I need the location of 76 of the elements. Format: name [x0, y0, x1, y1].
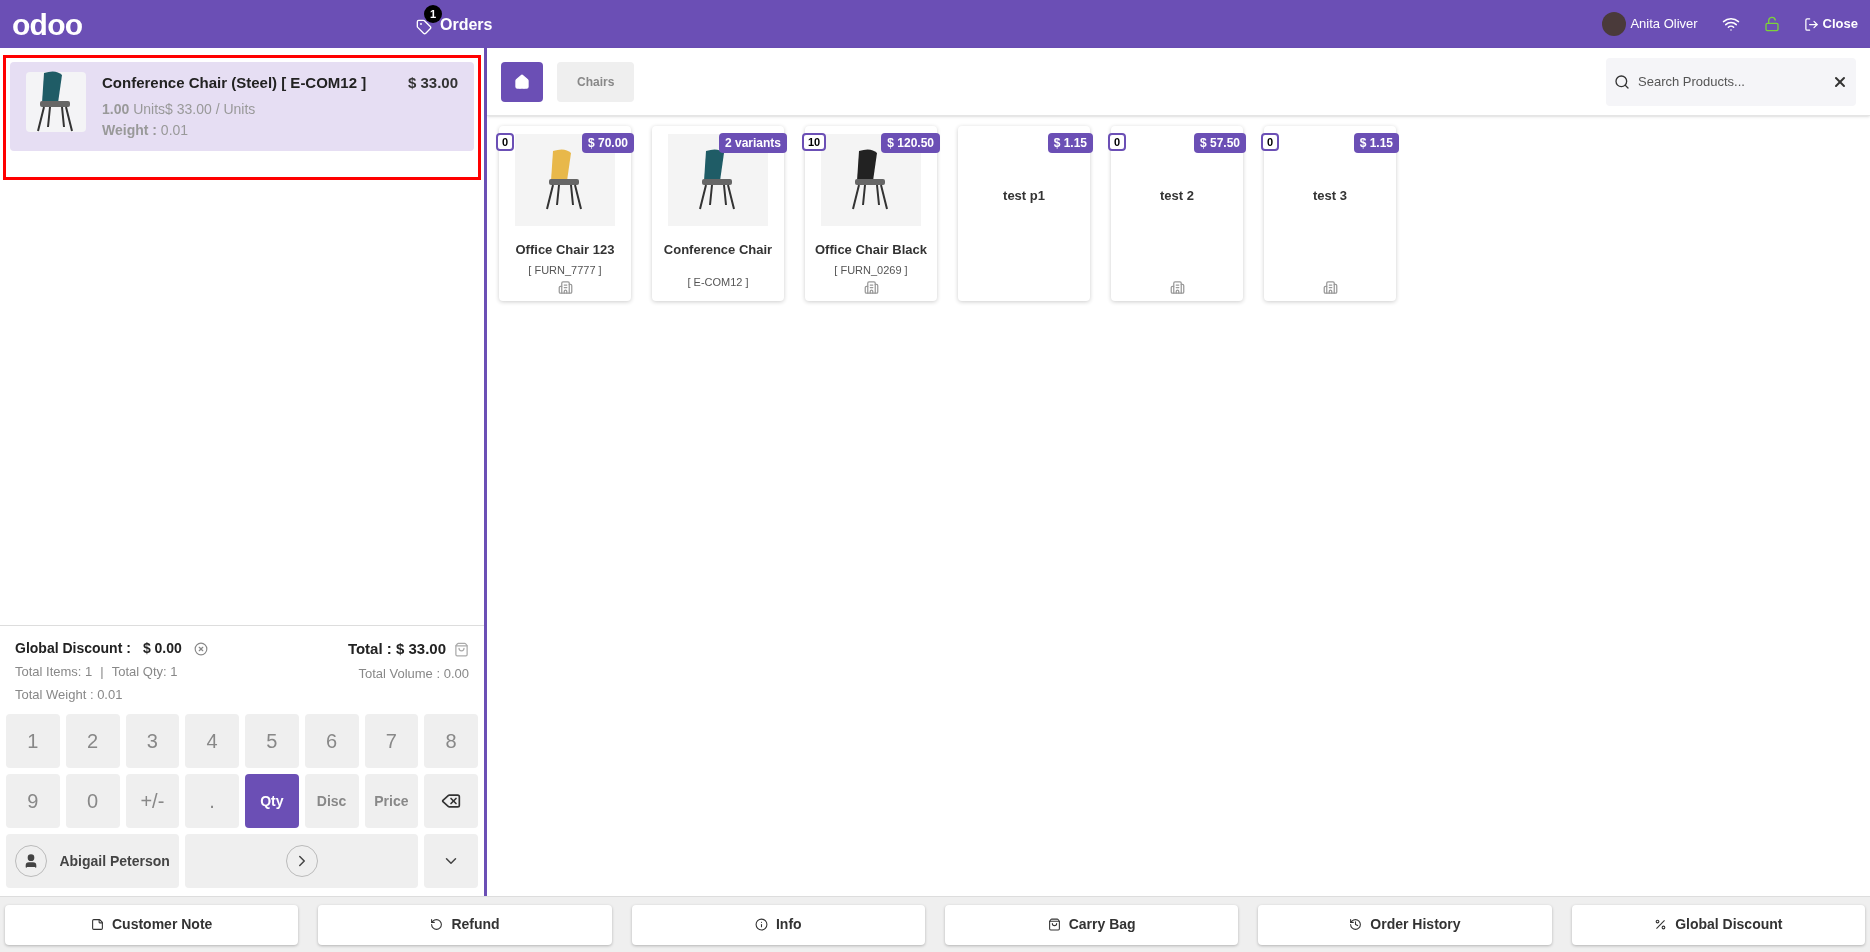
- remove-icon[interactable]: [193, 641, 208, 656]
- price-tag: 2 variants: [718, 133, 787, 153]
- numpad-key[interactable]: 3: [125, 714, 180, 768]
- price-tag: $ 57.50: [1193, 133, 1246, 153]
- note-icon: [91, 918, 104, 931]
- stock-badge: 0: [496, 133, 515, 151]
- product-card[interactable]: 0 $ 57.50 test 2: [1111, 126, 1243, 301]
- refund-icon: [430, 918, 444, 931]
- home-icon: [514, 73, 530, 90]
- action-button[interactable]: Refund: [318, 904, 612, 945]
- numpad-key[interactable]: .: [185, 774, 239, 828]
- price-tag: $ 120.50: [881, 133, 940, 153]
- product-reference: [ E-COM12 ]: [687, 274, 749, 290]
- line-quantity: 1.00 Units$ 33.00 / Units: [102, 99, 257, 119]
- close-button[interactable]: Close: [1803, 14, 1858, 34]
- action-button[interactable]: Order History: [1258, 904, 1552, 945]
- numpad-key[interactable]: 6: [304, 714, 359, 768]
- product-name: test 2: [1160, 187, 1194, 205]
- search-field[interactable]: Search Products...: [1606, 57, 1856, 106]
- building-icon[interactable]: [557, 280, 573, 295]
- action-button[interactable]: Info: [631, 904, 925, 945]
- product-name: test p1: [1003, 187, 1045, 205]
- line-weight: Weight : 0.01: [102, 120, 190, 140]
- total-qty: Total Qty: 1: [111, 663, 178, 681]
- product-name: Conference Chair: [663, 241, 773, 259]
- unlocked-icon[interactable]: [1763, 16, 1780, 32]
- backspace-icon: [441, 791, 462, 811]
- action-button[interactable]: Carry Bag: [945, 904, 1239, 945]
- product-name: test 3: [1313, 187, 1347, 205]
- separator: |: [100, 663, 104, 681]
- product-card[interactable]: 2 variants Conference Chair [ E-COM12 ]: [652, 126, 784, 301]
- logo: odoo: [12, 6, 84, 43]
- order-total: Total : $ 33.00: [347, 639, 446, 659]
- orders-badge: 1: [424, 5, 442, 23]
- orders-button[interactable]: 1 Orders: [412, 3, 497, 45]
- line-product-name: Conference Chair (Steel) [ E-COM12 ]: [102, 73, 368, 93]
- percent-icon: [1654, 918, 1668, 931]
- total-items: Total Items: 1: [15, 663, 93, 681]
- bag-icon: [1047, 918, 1061, 931]
- total-weight: Total Weight : 0.01: [15, 685, 124, 704]
- discount-label: Global Discount :: [15, 639, 131, 658]
- product-card[interactable]: 0 $ 70.00 Office Chair 123 [ FURN_7777 ]: [499, 126, 631, 301]
- product-card[interactable]: 10 $ 120.50 Office Chair Black [ FURN_0269 ]: [805, 126, 937, 301]
- line-price: $ 33.00: [407, 73, 458, 93]
- total-volume: Total Volume : 0.00: [358, 664, 469, 683]
- stock-badge: 0: [1108, 133, 1127, 151]
- customer-button[interactable]: Abigail Peterson: [6, 834, 180, 888]
- backspace-key[interactable]: [424, 774, 478, 828]
- exit-icon: [1803, 16, 1819, 32]
- price-tag: $ 1.15: [1353, 133, 1399, 153]
- building-icon[interactable]: [863, 280, 879, 295]
- home-button[interactable]: [501, 61, 543, 102]
- price-tag: $ 70.00: [581, 133, 634, 153]
- building-icon[interactable]: [1322, 280, 1338, 295]
- building-icon[interactable]: [1169, 280, 1185, 295]
- stock-badge: 0: [1261, 133, 1280, 151]
- action-button[interactable]: Global Discount: [1571, 904, 1865, 945]
- search-icon: [1614, 73, 1630, 90]
- mode-key[interactable]: Qty: [245, 774, 299, 828]
- action-button[interactable]: Customer Note: [5, 904, 299, 945]
- ticket-icon: [416, 19, 432, 35]
- product-reference: [ FURN_0269 ]: [834, 262, 908, 278]
- product-card[interactable]: 0 $ 1.15 test 3: [1264, 126, 1396, 301]
- bag-icon: [454, 641, 469, 657]
- product-name: Office Chair 123: [515, 241, 615, 259]
- price-tag: $ 1.15: [1047, 133, 1093, 153]
- user-name: Anita Oliver: [1630, 15, 1698, 34]
- info-icon: [755, 918, 768, 931]
- wifi-icon: [1721, 15, 1740, 33]
- product-reference: [ FURN_7777 ]: [528, 262, 602, 278]
- product-name: Office Chair Black: [815, 241, 927, 259]
- product-card[interactable]: $ 1.15 test p1: [958, 126, 1090, 301]
- discount-value: $ 0.00: [142, 639, 182, 658]
- history-icon: [1349, 918, 1363, 931]
- stock-badge: 10: [802, 133, 827, 151]
- user-avatar: [1602, 12, 1627, 36]
